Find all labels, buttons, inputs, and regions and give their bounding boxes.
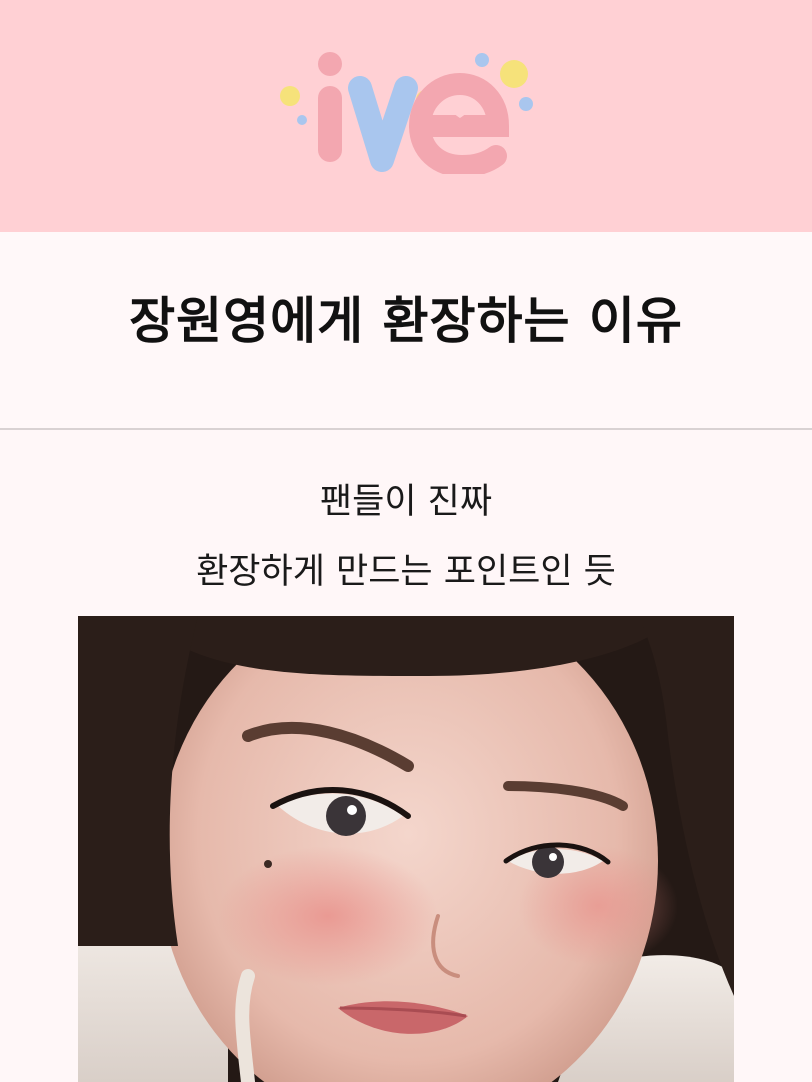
caption-line-1: 팬들이 진짜 [319, 482, 493, 522]
divider [0, 428, 812, 430]
ive-logo [274, 44, 544, 174]
portrait-photo [78, 616, 734, 1082]
header-banner [0, 0, 812, 232]
caption-line-2: 환장하게 만드는 포인트인 듯 [196, 552, 616, 592]
page-title: 장원영에게 환장하는 이유 [129, 292, 683, 350]
